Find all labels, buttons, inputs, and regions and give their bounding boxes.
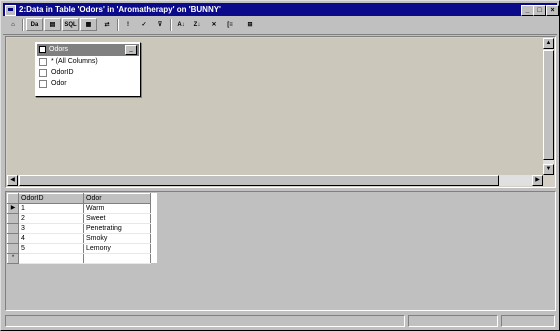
results-grid[interactable]: OdorID Odor ▶ 1 Warm 2 Sweet 3 Penetrati…: [7, 193, 151, 264]
table-row[interactable]: ▶ 1 Warm: [7, 203, 151, 214]
sort-ascending-icon[interactable]: A↓: [174, 18, 188, 31]
toolbar-separator: [22, 19, 24, 31]
column-row-odorid[interactable]: OdorID: [37, 68, 139, 78]
window-title: 2:Data in Table 'Odors' in 'Aromatherapy…: [19, 5, 221, 14]
cell-odorid[interactable]: 5: [18, 243, 84, 254]
remove-filter-icon[interactable]: ✕: [207, 18, 221, 31]
toolbar-separator: [117, 19, 119, 31]
grid-pane-button[interactable]: ▤: [44, 18, 61, 31]
toolbar: ⌂ Da ▤ SQL ▦ ⇄ ! ✓ ⊽ A↓ Z↓ ✕ [≡ ⊞: [3, 17, 557, 35]
cell-odorid[interactable]: 3: [18, 223, 84, 234]
table-box-minimize-button[interactable]: _: [125, 45, 137, 55]
group-by-icon[interactable]: [≡: [223, 18, 237, 31]
row-selector[interactable]: [7, 213, 19, 224]
table-row[interactable]: 2 Sweet: [7, 213, 151, 224]
row-selector[interactable]: [7, 223, 19, 234]
column-checkbox[interactable]: [39, 58, 47, 66]
column-label: OdorID: [51, 69, 74, 76]
cell-odorid[interactable]: 2: [18, 213, 84, 224]
scroll-right-button[interactable]: ▶: [532, 175, 543, 186]
column-row-odor[interactable]: Odor: [37, 79, 139, 89]
toolbar-separator: [170, 19, 172, 31]
verify-sql-icon[interactable]: ✓: [137, 18, 151, 31]
scroll-thumb[interactable]: [543, 50, 554, 160]
cell-odor[interactable]: Lemony: [83, 243, 151, 254]
column-header-odor[interactable]: Odor: [83, 193, 151, 204]
new-row-indicator[interactable]: *: [7, 253, 19, 264]
status-panel-2: [408, 315, 498, 327]
status-bar: [3, 314, 557, 328]
diagram-pane[interactable]: Odors _ * (All Columns) OdorID Odor ▲ ▼ …: [5, 36, 556, 188]
close-button[interactable]: ×: [546, 5, 559, 16]
change-type-icon[interactable]: ⇄: [100, 18, 114, 31]
current-row-indicator[interactable]: ▶: [7, 203, 19, 214]
sql-pane-button[interactable]: SQL: [62, 18, 79, 31]
column-label: * (All Columns): [51, 58, 98, 65]
status-panel-main: [5, 315, 405, 327]
query-window: 2:Data in Table 'Odors' in 'Aromatherapy…: [0, 0, 560, 331]
table-row[interactable]: 5 Lemony: [7, 243, 151, 254]
maximize-button[interactable]: □: [533, 5, 546, 16]
scroll-up-button[interactable]: ▲: [543, 38, 554, 49]
results-pane-button[interactable]: ▦: [80, 18, 97, 31]
column-row-all[interactable]: * (All Columns): [37, 57, 139, 67]
grid-header-row: OdorID Odor: [7, 193, 151, 204]
table-icon: [39, 46, 46, 53]
diagram-pane-button[interactable]: Da: [26, 18, 43, 31]
status-panel-3: [501, 315, 555, 327]
column-header-odorid[interactable]: OdorID: [18, 193, 84, 204]
row-selector[interactable]: [7, 243, 19, 254]
title-bar[interactable]: 2:Data in Table 'Odors' in 'Aromatherapy…: [3, 3, 559, 16]
table-box-title[interactable]: Odors _: [37, 44, 139, 56]
column-checkbox[interactable]: [39, 80, 47, 88]
cell-odor[interactable]: [83, 253, 151, 264]
table-name: Odors: [49, 46, 69, 53]
cell-odor[interactable]: Penetrating: [83, 223, 151, 234]
diagram-vertical-scrollbar[interactable]: ▲ ▼: [543, 38, 554, 175]
cell-odor[interactable]: Sweet: [83, 213, 151, 224]
table-odors-box[interactable]: Odors _ * (All Columns) OdorID Odor: [35, 42, 141, 97]
scroll-thumb[interactable]: [19, 175, 499, 186]
properties-icon[interactable]: ⌂: [6, 18, 20, 31]
column-checkbox[interactable]: [39, 69, 47, 77]
row-selector[interactable]: [7, 233, 19, 244]
app-icon[interactable]: [5, 5, 16, 16]
cell-odor[interactable]: Smoky: [83, 233, 151, 244]
cell-odorid[interactable]: 4: [18, 233, 84, 244]
add-table-icon[interactable]: ⊞: [243, 18, 257, 31]
cell-odor[interactable]: Warm: [83, 203, 151, 214]
filter-icon[interactable]: ⊽: [153, 18, 167, 31]
cell-odorid[interactable]: [18, 253, 84, 264]
new-row[interactable]: *: [7, 253, 151, 264]
run-icon[interactable]: !: [121, 18, 135, 31]
column-label: Odor: [51, 80, 67, 87]
table-row[interactable]: 3 Penetrating: [7, 223, 151, 234]
scroll-down-button[interactable]: ▼: [543, 164, 554, 175]
table-row[interactable]: 4 Smoky: [7, 233, 151, 244]
row-selector-header[interactable]: [7, 193, 19, 204]
diagram-horizontal-scrollbar[interactable]: ◀ ▶: [7, 175, 543, 186]
cell-odorid[interactable]: 1: [18, 203, 84, 214]
sort-descending-icon[interactable]: Z↓: [190, 18, 204, 31]
results-grid-pane[interactable]: OdorID Odor ▶ 1 Warm 2 Sweet 3 Penetrati…: [5, 191, 556, 311]
scroll-left-button[interactable]: ◀: [7, 175, 18, 186]
